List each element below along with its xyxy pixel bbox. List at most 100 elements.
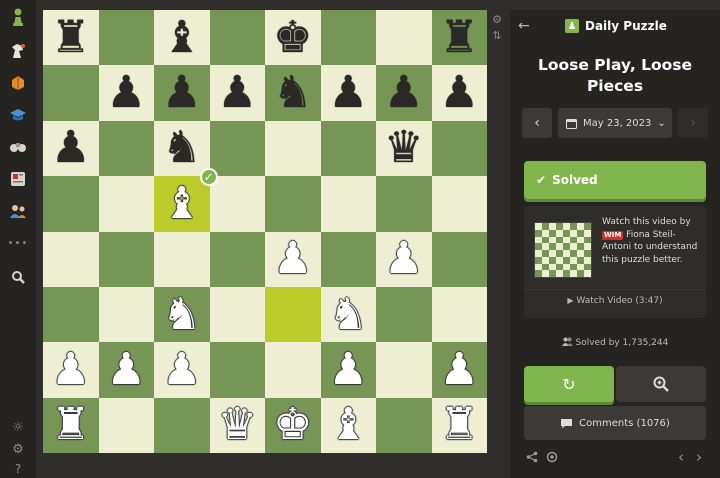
square-h1[interactable]: ♜ xyxy=(431,397,487,453)
more-icon[interactable]: ••• xyxy=(6,232,30,254)
square-h5[interactable] xyxy=(431,176,487,232)
square-f5[interactable] xyxy=(320,176,376,232)
square-d1[interactable]: ♛ xyxy=(209,397,265,453)
square-b6[interactable] xyxy=(98,120,154,177)
back-arrow-icon[interactable]: ← xyxy=(518,18,530,34)
share-icon[interactable] xyxy=(526,451,538,463)
square-a2[interactable]: ♟ xyxy=(43,342,99,398)
settings-gear-icon[interactable] xyxy=(546,451,558,463)
square-f7[interactable]: ♟ xyxy=(320,65,376,121)
square-f3[interactable]: ♞ xyxy=(320,286,376,343)
watch-icon[interactable] xyxy=(6,136,30,158)
square-d2[interactable] xyxy=(209,342,265,398)
white-pawn-piece[interactable]: ♟ xyxy=(162,347,201,392)
square-g8[interactable] xyxy=(376,10,432,66)
white-pawn-piece[interactable]: ♟ xyxy=(329,347,368,392)
black-pawn-piece[interactable]: ♟ xyxy=(162,71,201,115)
search-icon[interactable] xyxy=(6,266,30,288)
square-h3[interactable] xyxy=(431,286,487,343)
puzzles-icon[interactable] xyxy=(6,72,30,94)
retry-button[interactable]: ↻ xyxy=(524,366,614,402)
square-a4[interactable] xyxy=(43,231,99,287)
square-c2[interactable]: ♟ xyxy=(154,342,210,398)
black-rook-piece[interactable]: ♜ xyxy=(440,15,479,60)
white-king-piece[interactable]: ♚ xyxy=(273,403,312,447)
square-c1[interactable] xyxy=(154,397,210,453)
square-h2[interactable]: ♟ xyxy=(431,342,487,398)
flip-board-icon[interactable]: ⇅ xyxy=(490,28,504,42)
news-icon[interactable] xyxy=(6,168,30,190)
square-e6[interactable] xyxy=(265,120,321,177)
square-f1[interactable]: ♝ xyxy=(320,397,376,453)
white-pawn-piece[interactable]: ♟ xyxy=(440,347,479,392)
watch-video-link[interactable]: ▶ Watch Video (3:47) xyxy=(524,296,706,306)
square-a7[interactable] xyxy=(43,65,99,121)
square-c8[interactable]: ♝ xyxy=(154,10,210,66)
square-a8[interactable]: ♜ xyxy=(43,10,99,66)
square-b5[interactable] xyxy=(98,176,154,232)
black-queen-piece[interactable]: ♛ xyxy=(384,126,423,170)
square-e8[interactable]: ♚ xyxy=(265,10,321,66)
next-date-button[interactable]: › xyxy=(678,108,708,138)
black-king-piece[interactable]: ♚ xyxy=(273,15,312,60)
square-h6[interactable] xyxy=(431,120,487,177)
black-pawn-piece[interactable]: ♟ xyxy=(440,71,479,115)
white-knight-piece[interactable]: ♞ xyxy=(329,292,368,337)
play-icon[interactable] xyxy=(6,40,30,62)
white-knight-piece[interactable]: ♞ xyxy=(162,292,201,337)
square-g7[interactable]: ♟ xyxy=(376,65,432,121)
square-d4[interactable] xyxy=(209,231,265,287)
white-pawn-piece[interactable]: ♟ xyxy=(273,237,312,281)
black-pawn-piece[interactable]: ♟ xyxy=(218,71,257,115)
square-b2[interactable]: ♟ xyxy=(98,342,154,398)
square-e5[interactable] xyxy=(265,176,321,232)
chess-board[interactable]: ♜ ♝ ♚ ♜ ♟ ♟ ♟ ♞ ♟ ♟ ♟ ♟ ♞ ♛ ♝ ✓ ♟ ♟ ♞ ♞ ♟ ♟ ♟ ♟ ♟ ♜ ♛ ♚ ♝ ♜ xyxy=(43,10,487,453)
theme-icon[interactable]: ☼ xyxy=(6,416,30,438)
square-g2[interactable] xyxy=(376,342,432,398)
square-b8[interactable] xyxy=(98,10,154,66)
black-knight-piece[interactable]: ♞ xyxy=(162,126,201,170)
square-g4[interactable]: ♟ xyxy=(376,231,432,287)
square-g5[interactable] xyxy=(376,176,432,232)
board-settings-icon[interactable]: ⚙ xyxy=(490,12,504,26)
square-g6[interactable]: ♛ xyxy=(376,120,432,177)
white-pawn-piece[interactable]: ♟ xyxy=(107,347,146,392)
square-b3[interactable] xyxy=(98,286,154,343)
previous-puzzle-icon[interactable]: ‹ xyxy=(678,448,684,466)
square-f6[interactable] xyxy=(320,120,376,177)
white-rook-piece[interactable]: ♜ xyxy=(51,403,90,447)
next-puzzle-icon[interactable]: › xyxy=(696,448,702,466)
square-b7[interactable]: ♟ xyxy=(98,65,154,121)
square-c4[interactable] xyxy=(154,231,210,287)
black-pawn-piece[interactable]: ♟ xyxy=(107,71,146,115)
square-d7[interactable]: ♟ xyxy=(209,65,265,121)
video-thumbnail[interactable] xyxy=(534,222,592,278)
square-g1[interactable] xyxy=(376,397,432,453)
black-pawn-piece[interactable]: ♟ xyxy=(384,71,423,115)
square-d3[interactable] xyxy=(209,286,265,343)
social-icon[interactable] xyxy=(6,200,30,222)
white-pawn-piece[interactable]: ♟ xyxy=(51,347,90,392)
home-pawn-icon[interactable] xyxy=(6,6,30,28)
square-b4[interactable] xyxy=(98,231,154,287)
black-bishop-piece[interactable]: ♝ xyxy=(162,15,201,60)
square-c6[interactable]: ♞ xyxy=(154,120,210,177)
learn-icon[interactable] xyxy=(6,104,30,126)
date-select[interactable]: May 23, 2023 ⌄ xyxy=(558,108,672,138)
white-rook-piece[interactable]: ♜ xyxy=(440,403,479,447)
analysis-button[interactable] xyxy=(616,366,706,402)
settings-icon[interactable]: ⚙ xyxy=(6,438,30,460)
black-knight-piece[interactable]: ♞ xyxy=(273,71,312,115)
square-a3[interactable] xyxy=(43,286,99,343)
comments-button[interactable]: Comments (1076) xyxy=(524,406,706,440)
square-e2[interactable] xyxy=(265,342,321,398)
square-e1[interactable]: ♚ xyxy=(265,397,321,453)
square-d5[interactable] xyxy=(209,176,265,232)
square-d8[interactable] xyxy=(209,10,265,66)
square-a1[interactable]: ♜ xyxy=(43,397,99,453)
black-pawn-piece[interactable]: ♟ xyxy=(329,71,368,115)
help-icon[interactable]: ? xyxy=(6,458,30,478)
black-pawn-piece[interactable]: ♟ xyxy=(51,126,90,170)
square-a6[interactable]: ♟ xyxy=(43,120,99,177)
square-e4[interactable]: ♟ xyxy=(265,231,321,287)
